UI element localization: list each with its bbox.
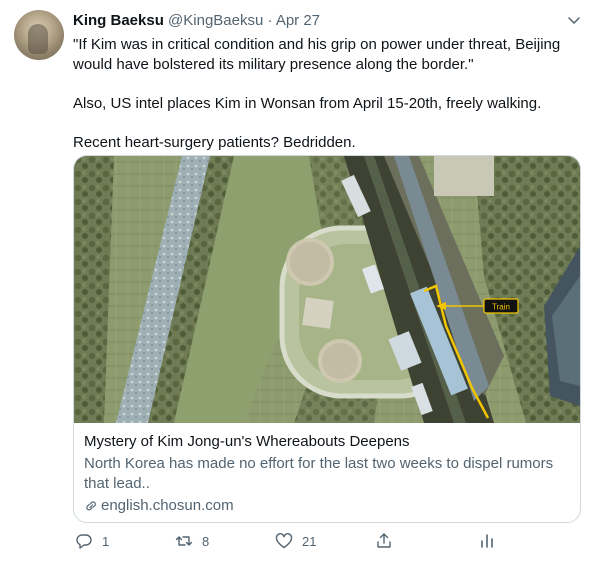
- avatar[interactable]: [14, 10, 64, 60]
- card-title[interactable]: Mystery of Kim Jong-un's Whereabouts Dee…: [84, 432, 572, 452]
- action-bar: 1 8 21: [73, 532, 573, 554]
- card-description: North Korea has made no effort for the l…: [84, 455, 554, 492]
- author-handle[interactable]: @KingBaeksu: [168, 12, 263, 29]
- tweet-paragraph: "If Kim was in critical condition and hi…: [73, 36, 561, 73]
- train-label: Train: [492, 303, 510, 312]
- tweet-paragraph: Also, US intel places Kim in Wonsan from…: [73, 95, 542, 112]
- reply-count: 1: [102, 533, 110, 549]
- retweet-icon: [175, 536, 193, 546]
- reply-icon: [76, 534, 92, 549]
- tweet: King Baeksu @KingBaeksu · Apr 27 "If Kim…: [0, 0, 595, 563]
- like-icon: [275, 533, 293, 549]
- retweet-button[interactable]: 8: [175, 532, 209, 550]
- reply-button[interactable]: 1: [75, 532, 109, 550]
- chevron-down-icon[interactable]: [566, 12, 582, 28]
- tweet-text: "If Kim was in critical condition and hi…: [73, 35, 578, 172]
- tweet-header: King Baeksu @KingBaeksu · Apr 27: [73, 12, 320, 30]
- like-count: 21: [302, 533, 317, 549]
- analytics-button[interactable]: [478, 532, 496, 550]
- analytics-icon: [481, 534, 493, 548]
- satellite-image[interactable]: Train: [74, 156, 580, 423]
- separator-dot: ·: [267, 12, 273, 29]
- tweet-date[interactable]: Apr 27: [276, 12, 320, 29]
- share-icon: [377, 533, 391, 548]
- retweet-count: 8: [202, 533, 210, 549]
- link-card[interactable]: Train Mystery of Kim Jong-un's Whereabou…: [73, 155, 581, 523]
- tweet-paragraph: Recent heart-surgery patients? Bedridden…: [73, 134, 356, 151]
- link-icon: [86, 501, 96, 511]
- card-link[interactable]: english.chosun.com: [84, 496, 572, 516]
- author-name[interactable]: King Baeksu: [73, 12, 164, 29]
- share-button[interactable]: [375, 532, 393, 550]
- card-domain[interactable]: english.chosun.com: [101, 496, 234, 516]
- card-text: Mystery of Kim Jong-un's Whereabouts Dee…: [84, 432, 572, 516]
- like-button[interactable]: 21: [275, 532, 316, 550]
